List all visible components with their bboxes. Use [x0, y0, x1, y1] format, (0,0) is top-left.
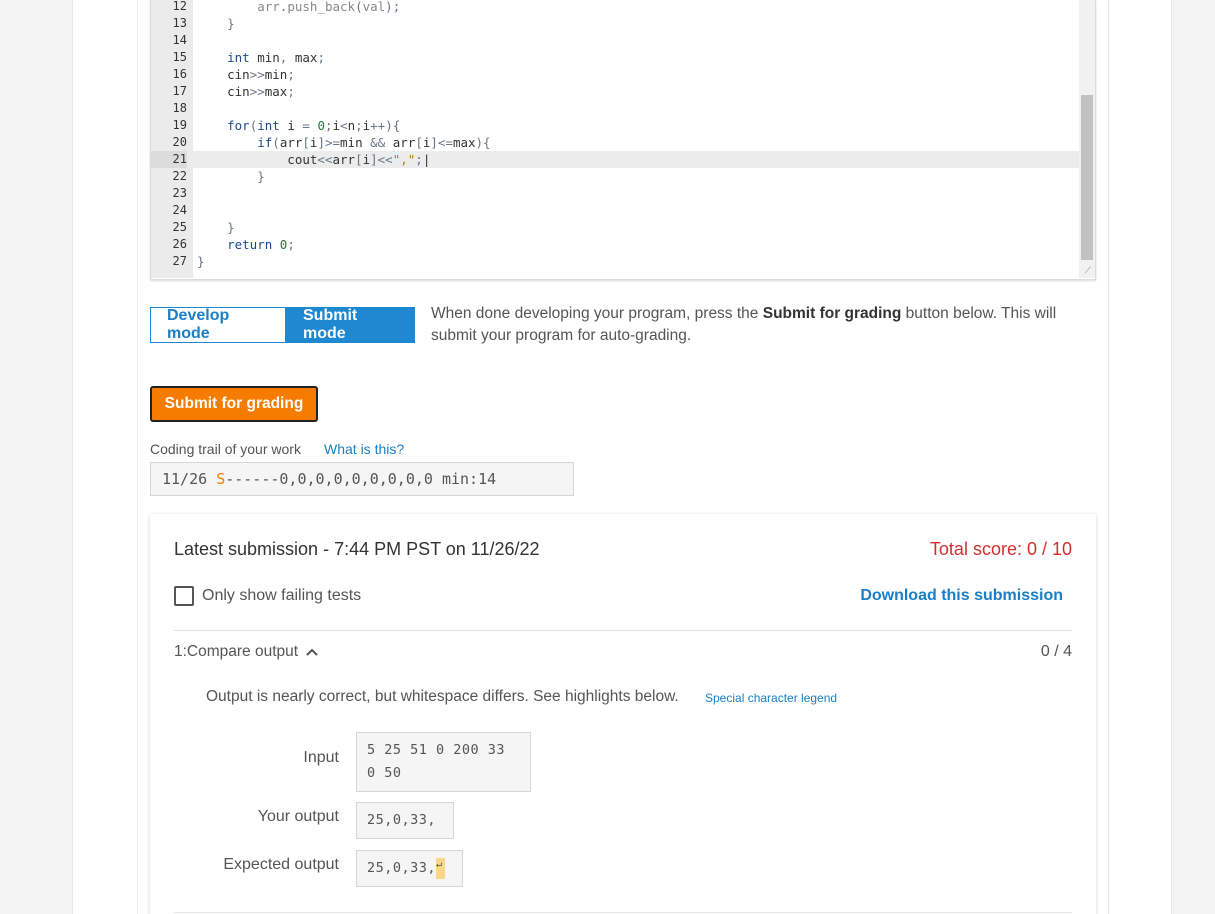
code-text[interactable]: cout<<arr[i]<<",";|: [197, 151, 430, 168]
code-line[interactable]: 13 }: [151, 15, 1081, 32]
scrollbar-thumb[interactable]: [1081, 95, 1093, 260]
line-number: 18: [172, 101, 187, 115]
line-number: 27: [172, 254, 187, 268]
code-line[interactable]: 19 for(int i = 0;i<n;i++){: [151, 117, 1081, 134]
line-number: 12: [172, 0, 187, 13]
submit-mode-button[interactable]: Submit mode: [286, 307, 415, 343]
code-text[interactable]: return 0;: [197, 236, 295, 253]
only-failing-toggle[interactable]: Only show failing tests: [174, 586, 361, 606]
line-number: 16: [172, 67, 187, 81]
code-line[interactable]: 16 cin>>min;: [151, 66, 1081, 83]
total-score: Total score: 0 / 10: [929, 539, 1072, 559]
code-text[interactable]: int min, max;: [197, 49, 325, 66]
chevron-up-icon[interactable]: [305, 645, 319, 659]
submission-card: Latest submission - 7:44 PM PST on 11/26…: [150, 514, 1096, 914]
code-line[interactable]: 18: [151, 100, 1081, 117]
code-line[interactable]: 14: [151, 32, 1081, 49]
test-message: Output is nearly correct, but whitespace…: [206, 688, 679, 705]
editor-scrollbar[interactable]: [1079, 0, 1095, 278]
divider: [174, 630, 1072, 631]
code-text[interactable]: }: [197, 168, 265, 185]
test-header[interactable]: 1:Compare output: [174, 643, 319, 661]
line-number: 15: [172, 50, 187, 64]
code-text[interactable]: cin>>min;: [197, 66, 295, 83]
code-text[interactable]: }: [197, 219, 235, 236]
code-text[interactable]: }: [197, 253, 205, 270]
code-line[interactable]: 24: [151, 202, 1081, 219]
your-output-box: 25,0,33,: [356, 802, 454, 839]
test-score: 0 / 4: [1040, 643, 1072, 660]
input-box: 5 25 51 0 200 33 0 50: [356, 732, 531, 792]
only-failing-label: Only show failing tests: [202, 587, 362, 604]
code-line[interactable]: 22 }: [151, 168, 1081, 185]
line-number: 23: [172, 186, 187, 200]
resize-handle-icon[interactable]: ⟋: [1085, 265, 1091, 276]
line-number: 22: [172, 169, 187, 183]
code-line[interactable]: 27}: [151, 253, 1081, 270]
what-is-this-link[interactable]: What is this?: [324, 441, 404, 457]
line-number: 25: [172, 220, 187, 234]
mode-description: When done developing your program, press…: [431, 305, 1057, 344]
code-line[interactable]: 15 int min, max;: [151, 49, 1081, 66]
coding-trail-label: Coding trail of your work: [150, 441, 301, 457]
code-text[interactable]: cin>>max;: [197, 83, 295, 100]
code-text[interactable]: arr.push_back(val);: [197, 0, 400, 15]
newline-highlight-icon: ↵: [436, 857, 446, 879]
code-line[interactable]: 12 arr.push_back(val);: [151, 0, 1081, 15]
download-submission-link[interactable]: Download this submission: [860, 587, 1063, 605]
line-number: 13: [172, 16, 187, 30]
code-line[interactable]: 26 return 0;: [151, 236, 1081, 253]
line-number: 24: [172, 203, 187, 217]
code-line[interactable]: 25 }: [151, 219, 1081, 236]
divider: [174, 912, 1072, 913]
line-number: 26: [172, 237, 187, 251]
develop-mode-button[interactable]: Develop mode: [150, 307, 286, 343]
code-text[interactable]: for(int i = 0;i<n;i++){: [197, 117, 400, 134]
code-text[interactable]: }: [197, 15, 235, 32]
mode-toggle: Develop mode Submit mode: [150, 307, 415, 343]
special-character-legend-link[interactable]: Special character legend: [705, 691, 837, 705]
submit-for-grading-button[interactable]: Submit for grading: [150, 386, 318, 422]
expected-output-label: Expected output: [223, 856, 339, 873]
latest-submission-title: Latest submission - 7:44 PM PST on 11/26…: [174, 539, 540, 559]
input-label: Input: [303, 749, 339, 766]
code-editor[interactable]: 12 arr.push_back(val); 13 } 14 15 int min, …: [150, 0, 1096, 280]
code-line[interactable]: 17 cin>>max;: [151, 83, 1081, 100]
expected-output-box: 25,0,33,↵: [356, 850, 463, 887]
test-name: 1:Compare output: [174, 643, 299, 660]
your-output-label: Your output: [257, 808, 339, 825]
code-line[interactable]: 21 cout<<arr[i]<<",";|: [151, 151, 1081, 168]
line-number: 19: [172, 118, 187, 132]
line-number: 17: [172, 84, 187, 98]
code-line[interactable]: 23: [151, 185, 1081, 202]
only-failing-checkbox[interactable]: [174, 586, 194, 606]
code-text[interactable]: if(arr[i]>=min && arr[i]<=max){: [197, 134, 490, 151]
line-number: 20: [172, 135, 187, 149]
coding-trail-box: 11/26 S------0,0,0,0,0,0,0,0,0 min:14: [150, 462, 574, 496]
line-number: 14: [172, 33, 187, 47]
line-number: 21: [151, 151, 187, 168]
code-line[interactable]: 20 if(arr[i]>=min && arr[i]<=max){: [151, 134, 1081, 151]
